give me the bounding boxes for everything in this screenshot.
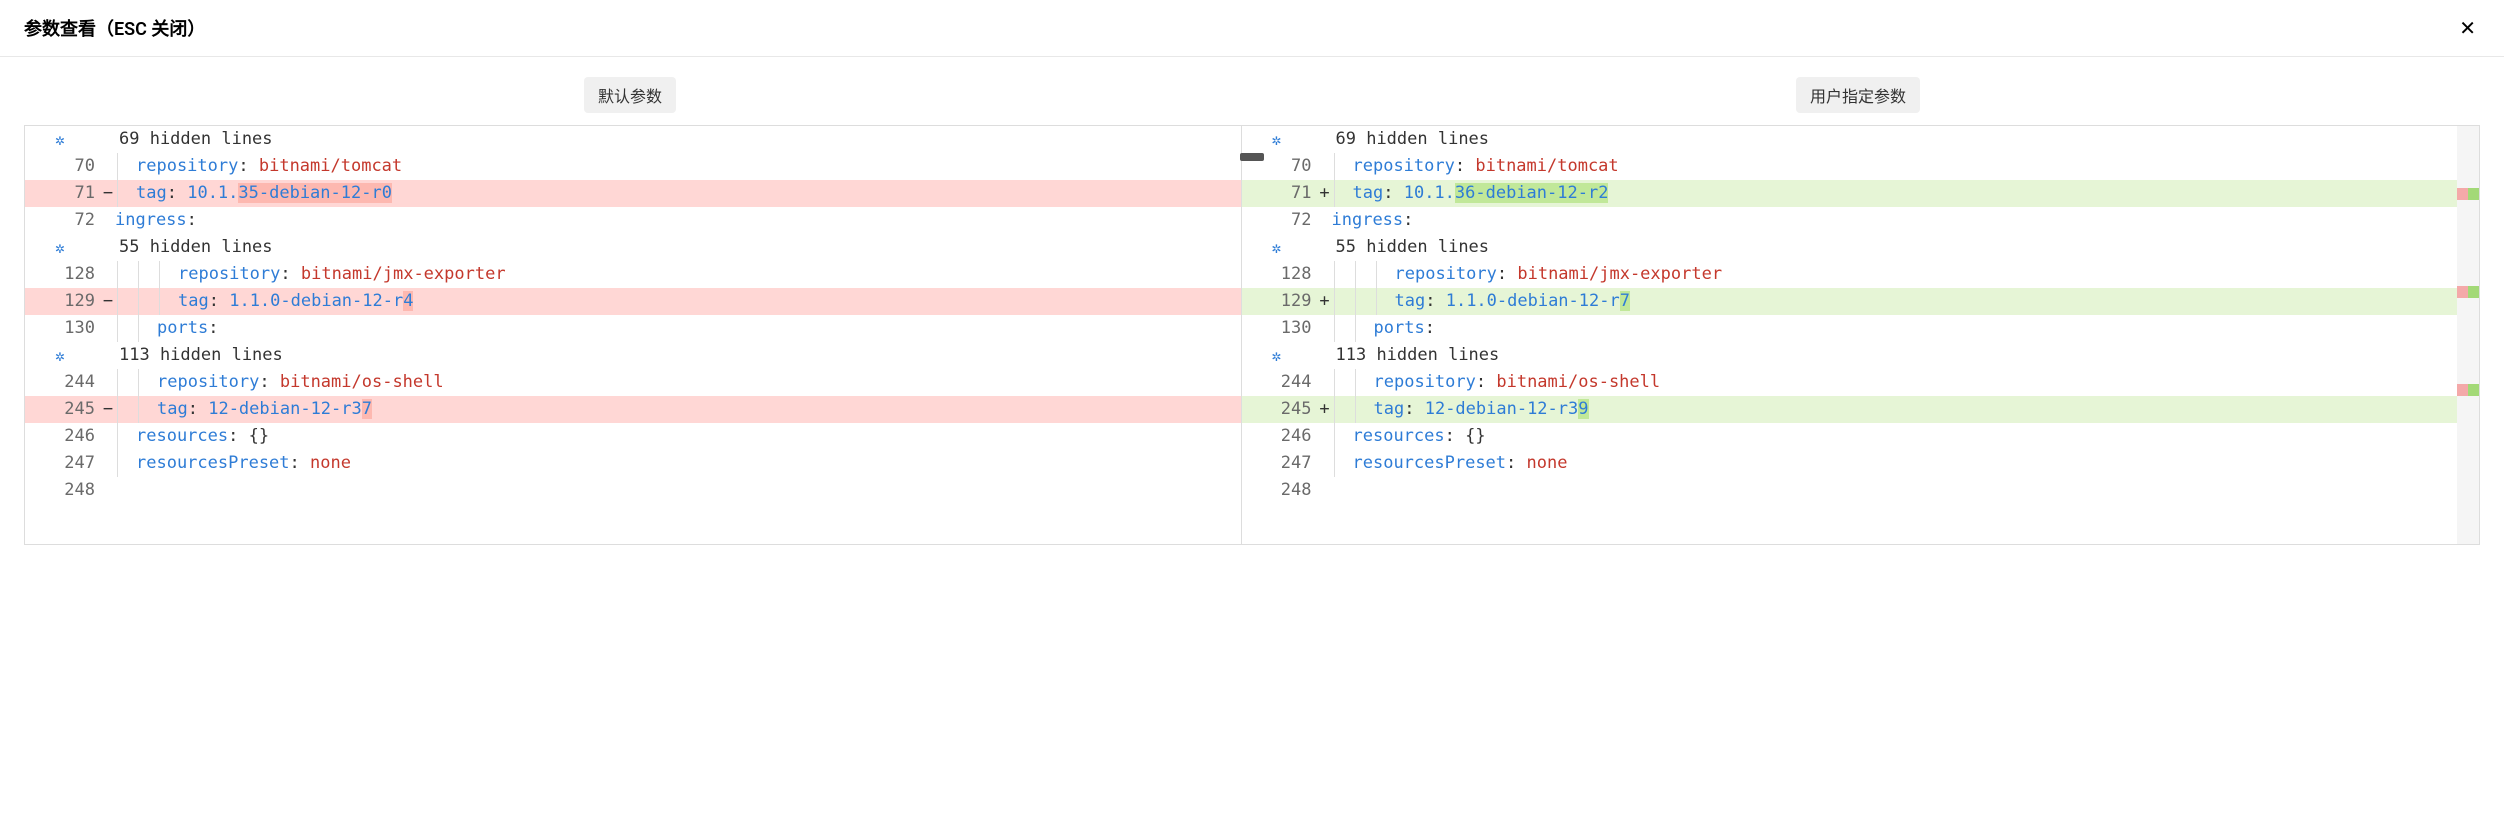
code-line: 130 ports: <box>25 315 1241 342</box>
diff-pane-right: ✲ 69 hidden lines 70 repository: bitnami… <box>1242 126 2458 544</box>
diff-marker-minus: − <box>101 288 115 315</box>
code-line-added: 129 + tag: 1.1.0-debian-12-r7 <box>1242 288 2458 315</box>
line-number: 248 <box>1242 477 1318 504</box>
hidden-lines-row[interactable]: ✲ 69 hidden lines <box>1242 126 2458 153</box>
line-number: 248 <box>25 477 101 504</box>
hidden-lines-row[interactable]: ✲ 113 hidden lines <box>25 342 1241 369</box>
line-number: 128 <box>25 261 101 288</box>
hidden-lines-row[interactable]: ✲ 113 hidden lines <box>1242 342 2458 369</box>
code-line: 72 ingress: <box>25 207 1241 234</box>
code-line: 246 resources: {} <box>25 423 1241 450</box>
code-line: 246 resources: {} <box>1242 423 2458 450</box>
expand-icon[interactable]: ✲ <box>1272 234 1282 261</box>
code-line: 247 resourcesPreset: none <box>25 450 1241 477</box>
diff-marker-plus: + <box>1318 180 1332 207</box>
code-line: 248 <box>1242 477 2458 504</box>
diff-marker-minus: − <box>101 180 115 207</box>
hidden-lines-row[interactable]: ✲ 55 hidden lines <box>25 234 1241 261</box>
diff-viewer: ✲ 69 hidden lines 70 repository: bitnami… <box>24 125 2480 545</box>
minimap-marker <box>2468 384 2479 396</box>
minimap-marker <box>2468 286 2479 298</box>
diff-pane-left: ✲ 69 hidden lines 70 repository: bitnami… <box>25 126 1242 544</box>
code-line: 128 repository: bitnami/jmx-exporter <box>25 261 1241 288</box>
minimap-marker <box>2457 384 2468 396</box>
expand-icon[interactable]: ✲ <box>1272 342 1282 369</box>
code-line: 70 repository: bitnami/tomcat <box>25 153 1241 180</box>
line-number: 244 <box>25 369 101 396</box>
expand-icon[interactable]: ✲ <box>55 234 65 261</box>
code-line-deleted: 129 − tag: 1.1.0-debian-12-r4 <box>25 288 1241 315</box>
empty-line <box>25 504 1241 544</box>
code-line: 247 resourcesPreset: none <box>1242 450 2458 477</box>
code-line-added: 71 + tag: 10.1.36-debian-12-r2 <box>1242 180 2458 207</box>
minimap-marker <box>2457 188 2468 200</box>
diff-content: 默认参数 用户指定参数 ✲ 69 hidden lines 70 reposit… <box>0 57 2504 565</box>
tab-user-params[interactable]: 用户指定参数 <box>1796 77 1920 113</box>
line-number: 71 <box>25 180 101 207</box>
code-line-deleted: 245 − tag: 12-debian-12-r37 <box>25 396 1241 423</box>
line-number: 247 <box>25 450 101 477</box>
line-number: 72 <box>1242 207 1318 234</box>
line-number: 129 <box>25 288 101 315</box>
line-number: 246 <box>25 423 101 450</box>
empty-line <box>1242 504 2458 544</box>
line-number: 245 <box>25 396 101 423</box>
column-headers: 默认参数 用户指定参数 <box>24 77 2480 113</box>
line-number: 128 <box>1242 261 1318 288</box>
code-line: 244 repository: bitnami/os-shell <box>1242 369 2458 396</box>
diff-minimap[interactable] <box>2457 126 2479 544</box>
code-line-deleted: 71 − tag: 10.1.35-debian-12-r0 <box>25 180 1241 207</box>
line-number: 71 <box>1242 180 1318 207</box>
diff-marker-plus: + <box>1318 288 1332 315</box>
line-number: 244 <box>1242 369 1318 396</box>
modal-header: 参数查看（ESC 关闭） ✕ <box>0 0 2504 57</box>
line-number: 130 <box>25 315 101 342</box>
minimap-marker <box>2468 188 2479 200</box>
diff-marker-plus: + <box>1318 396 1332 423</box>
code-line-added: 245 + tag: 12-debian-12-r39 <box>1242 396 2458 423</box>
expand-icon[interactable]: ✲ <box>55 342 65 369</box>
code-line: 130 ports: <box>1242 315 2458 342</box>
line-number: 129 <box>1242 288 1318 315</box>
expand-icon[interactable]: ✲ <box>55 126 65 153</box>
code-line: 128 repository: bitnami/jmx-exporter <box>1242 261 2458 288</box>
diff-marker-minus: − <box>101 396 115 423</box>
hidden-lines-row[interactable]: ✲ 55 hidden lines <box>1242 234 2458 261</box>
tab-default-params[interactable]: 默认参数 <box>584 77 676 113</box>
code-line: 244 repository: bitnami/os-shell <box>25 369 1241 396</box>
line-number: 246 <box>1242 423 1318 450</box>
expand-icon[interactable]: ✲ <box>1272 126 1282 153</box>
code-line: 248 <box>25 477 1241 504</box>
scroll-separator[interactable] <box>1240 153 1264 161</box>
close-icon[interactable]: ✕ <box>2455 14 2480 42</box>
line-number: 130 <box>1242 315 1318 342</box>
minimap-marker <box>2457 286 2468 298</box>
modal-title: 参数查看（ESC 关闭） <box>24 15 205 41</box>
line-number: 245 <box>1242 396 1318 423</box>
code-line: 70 repository: bitnami/tomcat <box>1242 153 2458 180</box>
line-number: 72 <box>25 207 101 234</box>
code-line: 72 ingress: <box>1242 207 2458 234</box>
line-number: 247 <box>1242 450 1318 477</box>
hidden-lines-row[interactable]: ✲ 69 hidden lines <box>25 126 1241 153</box>
line-number: 70 <box>25 153 101 180</box>
